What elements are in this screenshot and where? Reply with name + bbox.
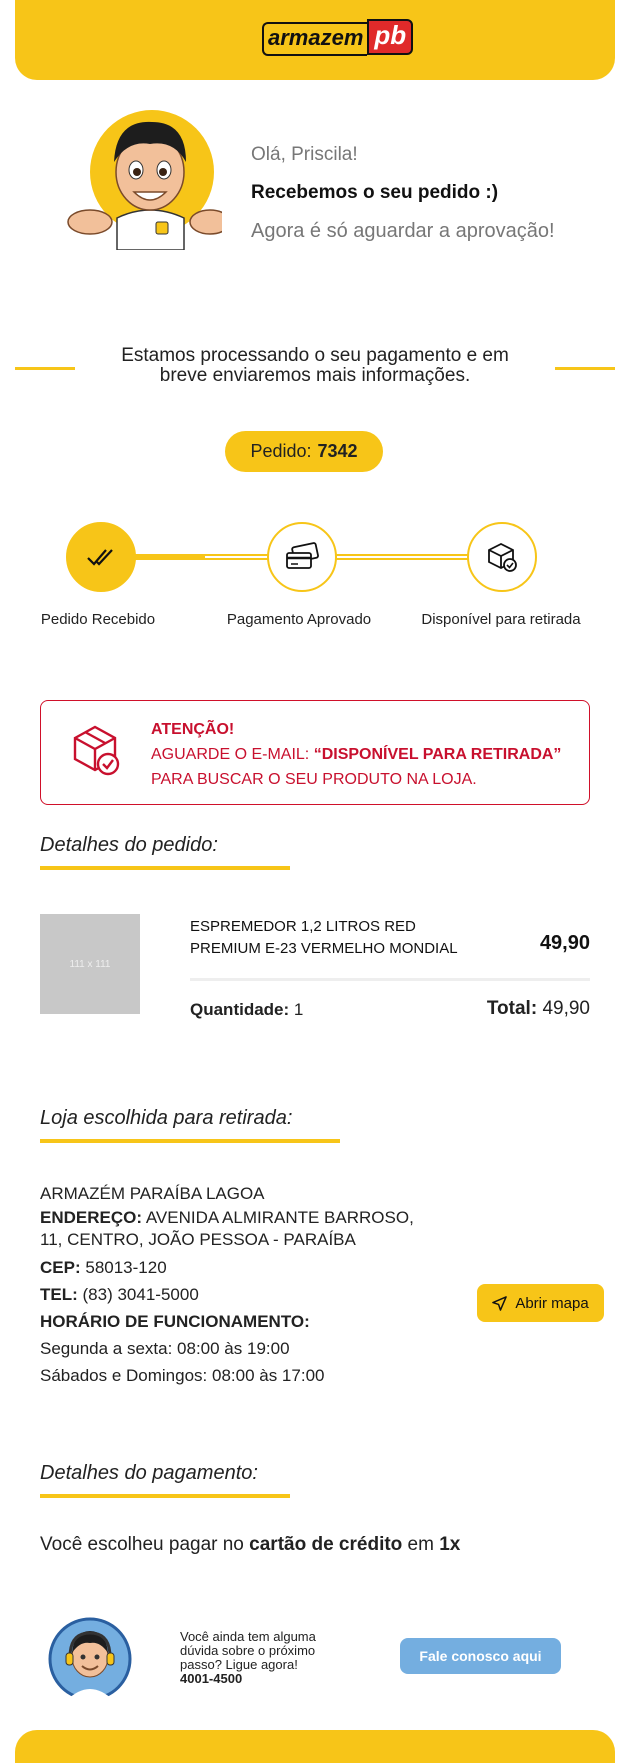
mascot-illustration: [67, 110, 222, 250]
quantity-label: Quantidade:: [190, 1000, 290, 1019]
cep-value: 58013-120: [85, 1258, 167, 1277]
payment-summary: Você escolheu pagar no cartão de crédito…: [40, 1534, 460, 1556]
product-total: Total: 49,90: [487, 998, 590, 1020]
product-name-line-2: PREMIUM E-23 VERMELHO MONDIAL: [190, 940, 458, 957]
order-details-title: Detalhes do pedido:: [40, 834, 218, 856]
cep-label: CEP:: [40, 1258, 81, 1277]
open-map-label: Abrir mapa: [515, 1294, 589, 1312]
store-info: ARMAZÉM PARAÍBA LAGOA ENDEREÇO: AVENIDA …: [40, 1180, 420, 1389]
product-thumbnail[interactable]: 111 x 111: [40, 914, 140, 1014]
alert-line-2-prefix: AGUARDE O E-MAIL:: [151, 746, 314, 763]
hours-label: HORÁRIO DE FUNCIONAMENTO:: [40, 1312, 310, 1331]
store-name: ARMAZÉM PARAÍBA LAGOA: [40, 1184, 265, 1203]
greeting-wait: Agora é só aguardar a aprovação!: [251, 220, 555, 242]
payment-title: Detalhes do pagamento:: [40, 1462, 258, 1484]
product-divider: [190, 978, 590, 981]
processing-message: Estamos processando o seu pagamento e em…: [80, 346, 550, 386]
tel-label: TEL:: [40, 1285, 78, 1304]
credit-card-icon: [286, 542, 319, 569]
quantity-value: 1: [293, 1000, 304, 1019]
store-phone: TEL: (83) 3041-5000: [40, 1281, 420, 1308]
order-details-underline: [40, 866, 290, 870]
alert-line-2-emphasis: “DISPONÍVEL PARA RETIRADA”: [313, 746, 562, 763]
alert-title: ATENÇÃO!: [151, 721, 235, 738]
contact-us-button[interactable]: Fale conosco aqui: [400, 1638, 561, 1674]
divider-left: [15, 367, 75, 370]
store-address: ENDEREÇO: AVENIDA ALMIRANTE BARROSO, 11,…: [40, 1207, 420, 1251]
product-quantity: Quantidade: 1: [190, 1000, 303, 1020]
attention-alert: ATENÇÃO! AGUARDE O E-MAIL: “DISPONÍVEL P…: [40, 700, 590, 805]
step-label-received: Pedido Recebido: [40, 611, 156, 628]
payment-middle: em: [402, 1534, 440, 1555]
payment-method: cartão de crédito: [249, 1534, 403, 1555]
processing-line-2: breve enviaremos mais informações.: [159, 365, 471, 386]
order-number: 7342: [317, 441, 358, 461]
total-value: 49,90: [542, 998, 590, 1019]
payment-prefix: Você escolheu pagar no: [40, 1534, 250, 1555]
navigation-arrow-icon: [492, 1295, 508, 1311]
step-ready-pickup: [467, 522, 537, 592]
product-name: ESPREMEDOR 1,2 LITROS RED PREMIUM E-23 V…: [190, 916, 480, 960]
store-cep: CEP: 58013-120: [40, 1254, 420, 1281]
double-check-icon: [87, 549, 113, 566]
alert-message: ATENÇÃO! AGUARDE O E-MAIL: “DISPONÍVEL P…: [151, 717, 561, 792]
payment-underline: [40, 1494, 290, 1498]
help-phone[interactable]: 4001-4500: [180, 1672, 350, 1686]
greeting-received: Recebemos o seu pedido :): [251, 182, 499, 203]
help-question: Você ainda tem alguma dúvida sobre o pró…: [180, 1629, 316, 1672]
footer-bar: [15, 1730, 615, 1763]
step-label-pickup: Disponível para retirada: [421, 611, 581, 628]
greeting-hello: Olá, Priscila!: [251, 144, 358, 165]
step-label-approved: Pagamento Aprovado: [226, 611, 372, 628]
box-check-icon: [488, 542, 517, 572]
address-line-2: 11, CENTRO, JOÃO PESSOA - PARAÍBA: [40, 1230, 356, 1249]
thumbnail-placeholder: 111 x 111: [69, 958, 111, 970]
step-order-received: [66, 522, 136, 592]
box-check-icon: [73, 725, 120, 776]
logo-main-text: armazem: [262, 22, 368, 56]
divider-right: [555, 367, 615, 370]
store-hours-label: HORÁRIO DE FUNCIONAMENTO:: [40, 1308, 420, 1335]
product-name-line-1: ESPREMEDOR 1,2 LITROS RED: [190, 918, 416, 935]
processing-line-1: Estamos processando o seu pagamento e em: [121, 345, 509, 366]
open-map-button[interactable]: Abrir mapa: [477, 1284, 604, 1322]
store-underline: [40, 1139, 340, 1143]
progress-bar-track-2: [336, 554, 469, 560]
order-label: Pedido:: [250, 441, 312, 461]
progress-bar-track-1: [205, 554, 270, 560]
store-hours-week: Segunda a sexta: 08:00 às 19:00: [40, 1339, 290, 1358]
total-label: Total:: [486, 998, 538, 1019]
alert-line-2: AGUARDE O E-MAIL: “DISPONÍVEL PARA RETIR…: [151, 742, 561, 767]
logo-suffix-text: pb: [367, 19, 414, 55]
step-payment-approved: [267, 522, 337, 592]
product-price: 49,90: [539, 932, 590, 954]
header-bar: armazem pb: [15, 0, 615, 80]
brand-logo[interactable]: armazem pb: [262, 19, 414, 56]
store-title: Loja escolhida para retirada:: [40, 1107, 293, 1129]
address-line-1: AVENIDA ALMIRANTE BARROSO,: [145, 1208, 414, 1227]
address-label: ENDEREÇO:: [40, 1208, 143, 1227]
progress-bar-filled: [135, 554, 205, 560]
help-message: Você ainda tem alguma dúvida sobre o pró…: [180, 1630, 350, 1686]
payment-installments: 1x: [439, 1534, 461, 1555]
order-number-badge: Pedido: 7342: [225, 431, 383, 472]
support-mascot-avatar: [48, 1617, 132, 1701]
tel-value[interactable]: (83) 3041-5000: [83, 1285, 199, 1304]
store-hours-weekend: Sábados e Domingos: 08:00 às 17:00: [40, 1366, 325, 1385]
alert-line-3: PARA BUSCAR O SEU PRODUTO NA LOJA.: [151, 771, 477, 788]
